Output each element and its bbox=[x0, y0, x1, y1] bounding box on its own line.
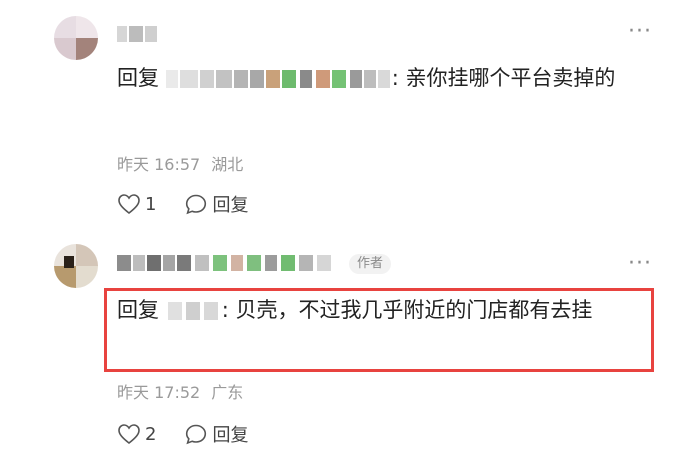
heart-icon bbox=[118, 194, 140, 215]
like-count: 1 bbox=[145, 193, 157, 215]
more-options-icon[interactable]: ··· bbox=[628, 253, 652, 275]
reply-button[interactable]: 回复 bbox=[184, 421, 248, 447]
reply-target-blurred[interactable] bbox=[166, 302, 222, 320]
avatar[interactable] bbox=[54, 244, 98, 288]
reply-target-blurred[interactable] bbox=[165, 70, 392, 88]
username-blurred[interactable] bbox=[117, 255, 339, 271]
comment-text: 回复 : 贝壳，不过我几乎附近的门店都有去挂 bbox=[117, 290, 647, 330]
username-blurred[interactable] bbox=[117, 26, 163, 42]
like-button[interactable]: 1 bbox=[117, 193, 156, 215]
chat-bubble-icon bbox=[186, 424, 207, 445]
more-options-icon[interactable]: ··· bbox=[628, 21, 652, 43]
comment-date: 昨天 17:52 bbox=[117, 383, 201, 402]
comment-actions: 1 回复 bbox=[117, 191, 248, 217]
comment-meta: 昨天 16:57 湖北 bbox=[117, 151, 243, 175]
comment-actions: 2 回复 bbox=[117, 421, 248, 447]
comment-location: 湖北 bbox=[211, 155, 244, 174]
author-badge: 作者 bbox=[349, 254, 392, 274]
reply-label: 回复 bbox=[212, 425, 249, 446]
reply-label: 回复 bbox=[212, 195, 249, 216]
chat-bubble-icon bbox=[186, 194, 207, 215]
reply-body: : 贝壳，不过我几乎附近的门店都有去挂 bbox=[221, 298, 593, 322]
heart-icon bbox=[118, 424, 140, 445]
avatar[interactable] bbox=[54, 16, 98, 60]
reply-button[interactable]: 回复 bbox=[184, 191, 248, 217]
reply-body: : 亲你挂哪个平台卖掉的 bbox=[391, 66, 616, 90]
comment-text: 回复 : 亲你挂哪个平台卖掉的 bbox=[117, 58, 647, 98]
comment-date: 昨天 16:57 bbox=[117, 155, 201, 174]
like-count: 2 bbox=[145, 423, 157, 445]
reply-prefix: 回复 bbox=[117, 298, 159, 322]
comment-meta: 昨天 17:52 广东 bbox=[117, 379, 243, 403]
comment-location: 广东 bbox=[211, 383, 244, 402]
like-button[interactable]: 2 bbox=[117, 423, 156, 445]
reply-prefix: 回复 bbox=[117, 66, 159, 90]
